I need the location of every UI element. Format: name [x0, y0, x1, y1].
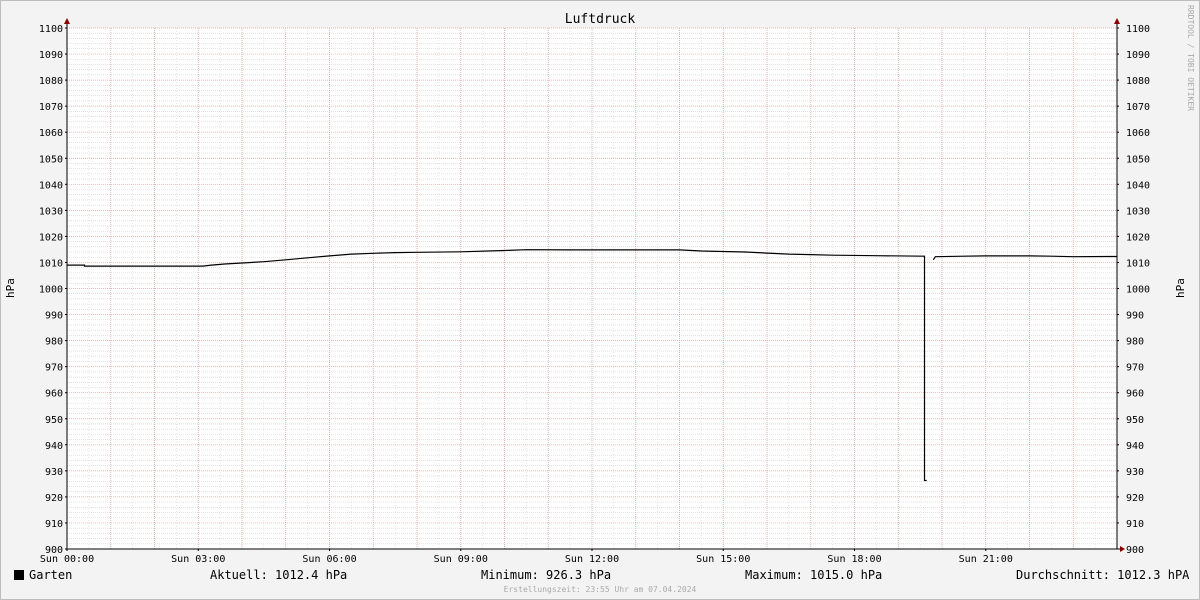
x-tick-label: Sun 12:00 [565, 554, 619, 565]
y-tick-label-left: 990 [45, 311, 63, 322]
y-tick-label-right: 1060 [1126, 128, 1150, 139]
pressure-chart: 900 910 920 930 940 950 960 970 980 990 1000 1010 10… [4, 5, 1195, 565]
y-tick-label-left: 1070 [39, 102, 63, 113]
y-tick-label-left: 950 [45, 415, 63, 426]
y-tick-label-right: 1030 [1126, 206, 1150, 217]
y-tick-label-left: 910 [45, 519, 63, 530]
legend-durchschnitt: Durchschnitt: 1012.3 hPA [1016, 568, 1190, 582]
y-tick-label-right: 970 [1126, 363, 1144, 374]
x-tick-label: Sun 09:00 [434, 554, 488, 565]
y-tick-label-left: 1060 [39, 128, 63, 139]
y-tick-label-right: 1000 [1126, 285, 1150, 296]
legend-maximum: Maximum: 1015.0 hPa [745, 568, 883, 582]
y-tick-label-right: 940 [1126, 441, 1144, 452]
y-tick-label-left: 1020 [39, 232, 63, 243]
y-tick-label-right: 960 [1126, 389, 1144, 400]
y-tick-label-left: 1040 [39, 180, 63, 191]
y-tick-label-right: 950 [1126, 415, 1144, 426]
x-tick-label: Sun 03:00 [171, 554, 225, 565]
y-axis-arrow-right [1114, 18, 1120, 24]
x-tick-label: Sun 00:00 [40, 554, 94, 565]
y-tick-label-right: 990 [1126, 311, 1144, 322]
y-tick-label-right: 980 [1126, 337, 1144, 348]
y-tick-label-left: 1090 [39, 50, 63, 61]
y-tick-label-right: 1050 [1126, 154, 1150, 165]
y-tick-label-right: 930 [1126, 467, 1144, 478]
y-tick-labels-right: 900 910 920 930 940 950 960 970 980 990 1000 1010 10… [1117, 24, 1150, 556]
footer-timestamp: Erstellungszeit: 23:55 Uhr am 07.04.2024 [503, 585, 697, 594]
y-axis-label-left: hPa [4, 278, 17, 298]
y-tick-label-left: 1050 [39, 154, 63, 165]
legend-series: Garten [14, 568, 72, 582]
y-tick-label-left: 970 [45, 363, 63, 374]
legend-minimum: Minimum: 926.3 hPa [481, 568, 612, 582]
y-tick-label-right: 1040 [1126, 180, 1150, 191]
y-tick-label-right: 910 [1126, 519, 1144, 530]
x-axis-arrow [1120, 546, 1125, 552]
x-tick-label: Sun 15:00 [696, 554, 750, 565]
y-tick-label-left: 960 [45, 389, 63, 400]
y-axis-arrow-left [64, 18, 70, 24]
y-tick-label-right: 1070 [1126, 102, 1150, 113]
y-tick-label-left: 920 [45, 493, 63, 504]
y-tick-label-left: 1000 [39, 285, 63, 296]
y-axis-label-right: hPa [1174, 278, 1187, 298]
rrdtool-watermark: RRDTOOL / TOBI OETIKER [1186, 5, 1195, 111]
y-tick-label-right: 1100 [1126, 24, 1150, 35]
y-tick-label-right: 1090 [1126, 50, 1150, 61]
y-tick-label-right: 920 [1126, 493, 1144, 504]
y-tick-label-left: 1010 [39, 258, 63, 269]
y-tick-label-right: 900 [1126, 545, 1144, 556]
y-tick-label-right: 1010 [1126, 258, 1150, 269]
x-tick-labels: Sun 00:00 Sun 03:00 Sun 06:00 Sun 09:00 Sun … [40, 549, 1013, 565]
legend-series-name: Garten [29, 568, 73, 582]
y-tick-label-left: 1100 [39, 24, 63, 35]
legend-swatch [14, 570, 24, 580]
y-tick-label-right: 1080 [1126, 76, 1150, 87]
y-tick-label-left: 930 [45, 467, 63, 478]
x-tick-label: Sun 18:00 [827, 554, 881, 565]
y-tick-label-left: 980 [45, 337, 63, 348]
y-tick-label-left: 940 [45, 441, 63, 452]
x-tick-label: Sun 06:00 [302, 554, 356, 565]
y-tick-labels-left: 9009109209309409509609709809901000101010… [39, 24, 67, 556]
y-tick-label-left: 1030 [39, 206, 63, 217]
legend-aktuell: Aktuell: 1012.4 hPa [210, 568, 348, 582]
y-tick-label-left: 1080 [39, 76, 63, 87]
y-tick-label-right: 1020 [1126, 232, 1150, 243]
chart-title: Luftdruck [565, 12, 636, 27]
x-tick-label: Sun 21:00 [959, 554, 1013, 565]
